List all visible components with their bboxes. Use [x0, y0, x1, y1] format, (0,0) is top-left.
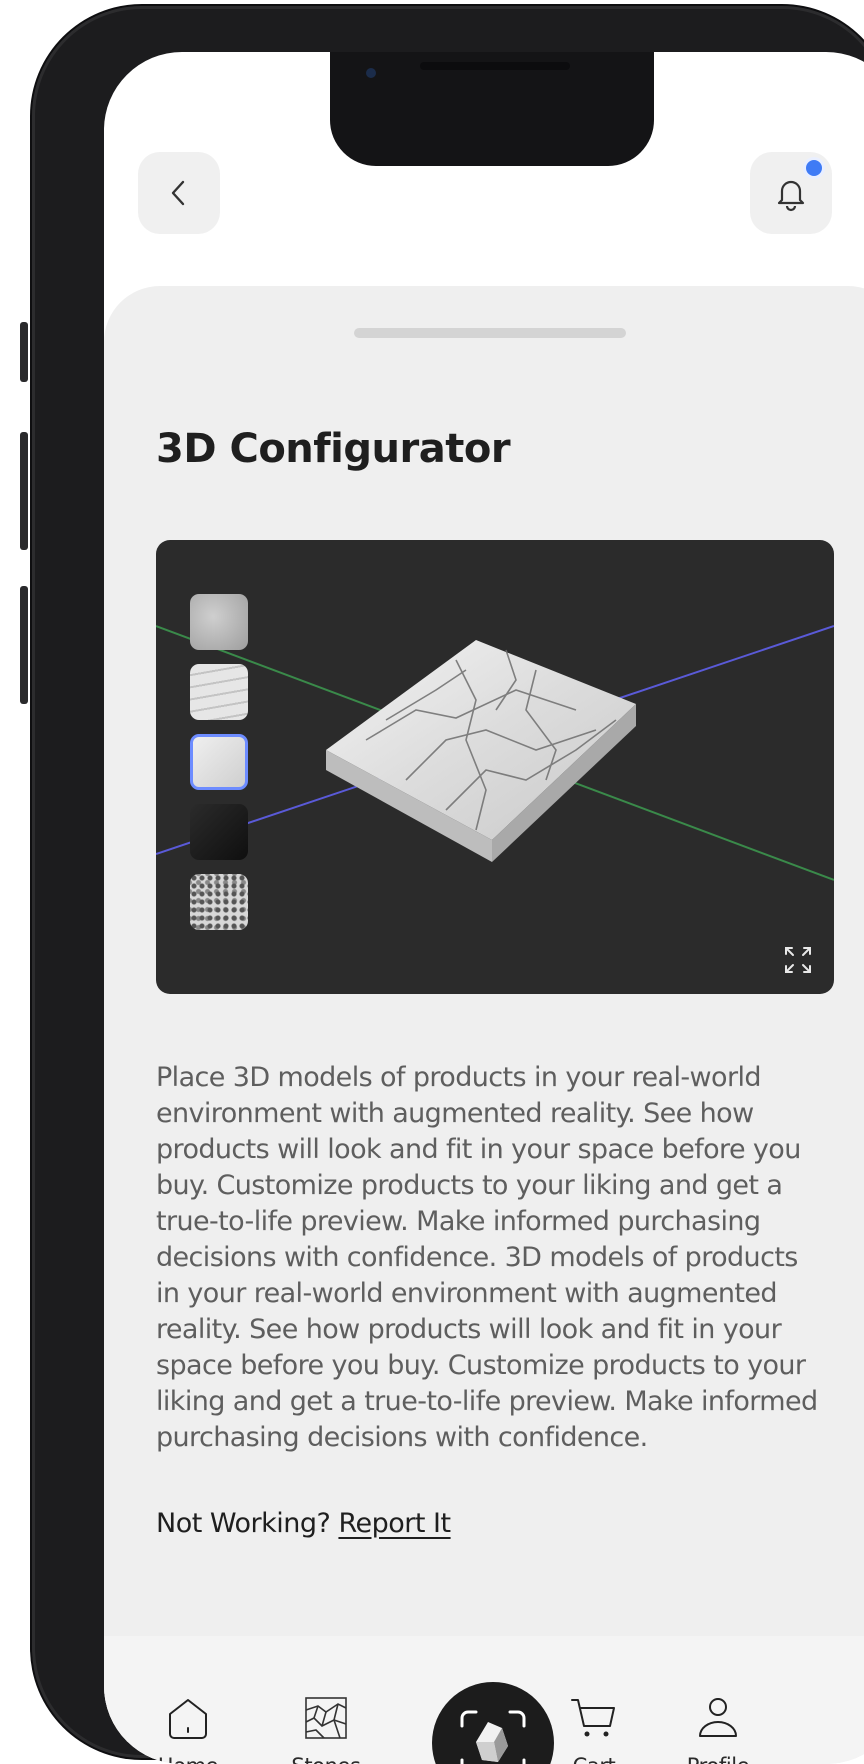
3d-scene — [156, 625, 834, 881]
chevron-left-icon — [171, 180, 185, 206]
tab-stones-label: Stones — [291, 1754, 361, 1764]
back-button[interactable] — [138, 152, 220, 234]
swatch-grey-granite[interactable] — [190, 594, 248, 650]
stones-pattern-icon — [305, 1697, 347, 1739]
marble-slab — [326, 640, 636, 862]
content-sheet: 3D Configurator Place 3D models of produ… — [104, 286, 864, 1764]
volume-up-button — [20, 432, 28, 550]
bell-icon — [777, 180, 805, 212]
tab-stones[interactable]: Stones — [266, 1692, 386, 1764]
user-icon — [699, 1698, 737, 1737]
phone-screen: 3D Configurator Place 3D models of produ… — [104, 52, 864, 1764]
report-it-link[interactable]: Report It — [338, 1508, 451, 1539]
tab-cart[interactable]: Cart — [534, 1692, 654, 1764]
tab-profile[interactable]: Profile — [658, 1692, 778, 1764]
cart-icon — [571, 1699, 615, 1737]
notifications-button[interactable] — [750, 152, 832, 234]
3d-viewer[interactable] — [156, 540, 834, 994]
swatch-black-marble[interactable] — [190, 804, 248, 860]
swatch-white-marble[interactable] — [190, 734, 248, 790]
volume-down-button — [20, 586, 28, 704]
tab-bar: Home Stones — [104, 1636, 864, 1764]
report-line: Not Working? Report It — [156, 1508, 451, 1539]
description-text: Place 3D models of products in your real… — [156, 1062, 818, 1453]
silent-switch — [20, 322, 28, 382]
tab-home[interactable]: Home — [128, 1692, 248, 1764]
notification-dot — [806, 160, 822, 176]
notch — [330, 52, 654, 166]
expand-icon — [785, 947, 811, 973]
front-camera — [366, 68, 376, 78]
swatch-terrazzo[interactable] — [190, 874, 248, 930]
swatch-light-grey-marble[interactable] — [190, 664, 248, 720]
tab-profile-label: Profile — [687, 1754, 750, 1764]
tab-home-label: Home — [158, 1754, 219, 1764]
fullscreen-button[interactable] — [776, 938, 820, 982]
phone-frame: 3D Configurator Place 3D models of produ… — [20, 6, 864, 1764]
speaker — [420, 62, 570, 70]
page-title: 3D Configurator — [156, 426, 511, 472]
home-icon — [169, 1699, 207, 1739]
sheet-grabber[interactable] — [354, 328, 626, 338]
report-prefix: Not Working? — [156, 1508, 331, 1539]
tab-cart-label: Cart — [573, 1754, 616, 1764]
stone-scan-icon — [460, 1710, 526, 1764]
